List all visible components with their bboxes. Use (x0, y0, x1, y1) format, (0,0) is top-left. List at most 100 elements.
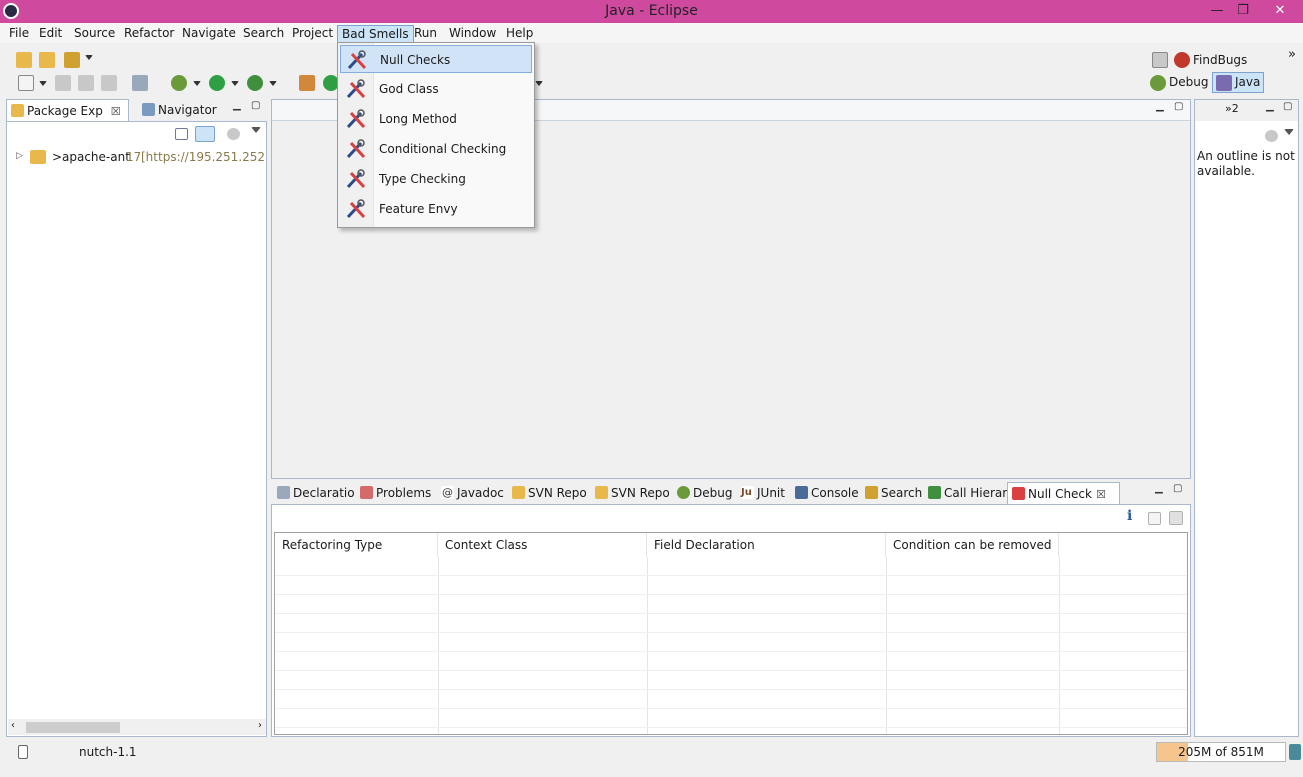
tab-svn-repo-1[interactable]: SVN Repo (508, 482, 588, 504)
menu-project[interactable]: Project (288, 25, 337, 43)
minimize-view-icon[interactable]: ▁ (233, 100, 241, 111)
null-check-table[interactable]: Refactoring Type Context Class Field Dec… (274, 532, 1188, 735)
tab-declaration[interactable]: Declaratio (273, 482, 355, 504)
outline-tab-overflow[interactable]: »2 (1225, 102, 1239, 115)
new-dropdown-icon[interactable] (39, 81, 47, 89)
horizontal-scrollbar[interactable]: ‹ › (8, 719, 266, 735)
tab-navigator[interactable]: Navigator (138, 99, 218, 121)
garbage-collect-icon[interactable] (1289, 744, 1301, 760)
menu-navigate[interactable]: Navigate (178, 25, 240, 43)
toolbar-dropdown-icon[interactable] (535, 81, 543, 89)
bottom-minimize-icon[interactable]: ▁ (1155, 483, 1163, 494)
menu-item-long-method[interactable]: Long Method (340, 105, 532, 133)
table-row (275, 633, 1187, 652)
close-null-check-icon[interactable]: ☒ (1096, 488, 1106, 501)
restore-button[interactable]: ❐ (1230, 1, 1256, 21)
fast-view-icon[interactable] (18, 745, 28, 759)
menu-edit[interactable]: Edit (35, 25, 66, 43)
console-icon (795, 486, 808, 499)
perspective-findbugs[interactable]: FindBugs (1193, 53, 1247, 67)
table-row (275, 614, 1187, 633)
tab-null-check[interactable]: Null Check ☒ (1007, 482, 1120, 504)
open-type-icon[interactable] (16, 52, 32, 68)
menu-file[interactable]: File (5, 25, 33, 43)
tab-javadoc[interactable]: @ Javadoc (437, 482, 507, 504)
run-dropdown-icon[interactable] (231, 81, 239, 89)
save-icon[interactable] (55, 75, 71, 91)
column-context-class[interactable]: Context Class (438, 533, 647, 557)
menu-search[interactable]: Search (239, 25, 288, 43)
perspective-debug[interactable]: Debug (1169, 75, 1208, 89)
tree-prefix: > (52, 150, 63, 164)
close-tab-icon[interactable]: ☒ (111, 105, 121, 118)
more-perspectives-icon[interactable]: » (1288, 47, 1296, 62)
bottom-maximize-icon[interactable]: ▢ (1173, 483, 1182, 494)
task-icon[interactable] (64, 52, 80, 68)
filter-icon[interactable] (227, 128, 240, 140)
menu-help[interactable]: Help (502, 25, 537, 43)
tab-problems[interactable]: Problems (356, 482, 434, 504)
outline-maximize-icon[interactable]: ▢ (1283, 101, 1292, 112)
minimize-button[interactable]: — (1204, 1, 1230, 21)
problems-icon (360, 486, 373, 499)
main-toolbar: FindBugs » Debug Java (0, 43, 1303, 99)
save-results-icon[interactable] (1169, 511, 1183, 525)
debug-icon[interactable] (171, 75, 187, 91)
view-menu-icon[interactable] (251, 127, 261, 135)
external-tools-icon[interactable] (247, 75, 263, 91)
junit-icon: Ju (741, 486, 754, 499)
column-refactoring-type[interactable]: Refactoring Type (275, 533, 438, 557)
dropdown-arrow-icon[interactable] (85, 55, 93, 63)
open-folder-icon[interactable] (39, 52, 55, 68)
menu-item-god-class[interactable]: God Class (340, 75, 532, 103)
tree-project-name: apache-ant (62, 150, 130, 164)
tab-call-hierarchy[interactable]: Call Hierar (924, 482, 1007, 504)
scroll-right-icon[interactable]: › (258, 720, 262, 731)
scroll-left-icon[interactable]: ‹ (11, 720, 15, 731)
expand-arrow-icon[interactable]: ▷ (16, 151, 23, 161)
close-button[interactable]: ✕ (1257, 1, 1303, 21)
menu-item-feature-envy[interactable]: Feature Envy (340, 195, 532, 223)
print-icon[interactable] (101, 75, 117, 91)
editor-minimize-icon[interactable]: ▁ (1156, 101, 1164, 112)
view-option-icon[interactable] (1148, 512, 1161, 525)
tab-search[interactable]: Search (861, 482, 923, 504)
link-with-editor-icon[interactable] (195, 126, 215, 142)
new-file-icon[interactable] (18, 75, 34, 91)
external-dropdown-icon[interactable] (269, 81, 277, 89)
menu-run[interactable]: Run (410, 25, 441, 43)
heap-status[interactable]: 205M of 851M (1156, 742, 1286, 762)
column-condition-removed[interactable]: Condition can be removed (886, 533, 1059, 557)
outline-view-menu-icon[interactable] (1284, 129, 1294, 137)
tab-svn-repo-2[interactable]: SVN Repo (591, 482, 671, 504)
tab-junit[interactable]: Ju JUnit (737, 482, 791, 504)
menu-bad-smells[interactable]: Bad Smells (337, 25, 414, 43)
outline-minimize-icon[interactable]: ▁ (1266, 101, 1274, 112)
maximize-view-icon[interactable]: ▢ (251, 100, 260, 111)
run-icon[interactable] (209, 75, 225, 91)
debug-dropdown-icon[interactable] (193, 81, 201, 89)
perspective-java-selected[interactable]: Java (1212, 72, 1264, 93)
collapse-all-icon[interactable] (175, 128, 188, 140)
save-all-icon[interactable] (78, 75, 94, 91)
column-field-declaration[interactable]: Field Declaration (647, 533, 886, 557)
outline-view: »2 ▁ ▢ An outline is not available. (1194, 99, 1299, 737)
menu-window[interactable]: Window (445, 25, 500, 43)
menu-item-conditional-checking[interactable]: Conditional Checking (340, 135, 532, 163)
editor-maximize-icon[interactable]: ▢ (1174, 101, 1183, 112)
outline-filter-icon[interactable] (1265, 130, 1278, 142)
open-perspective-icon[interactable] (1152, 52, 1168, 68)
tab-debug[interactable]: Debug (673, 482, 736, 504)
binary-icon[interactable] (132, 75, 148, 91)
tab-console[interactable]: Console (791, 482, 859, 504)
tab-package-explorer[interactable]: Package Exp ☒ (6, 99, 129, 121)
scrollbar-thumb[interactable] (26, 722, 120, 733)
menu-item-type-checking[interactable]: Type Checking (340, 165, 532, 193)
menu-source[interactable]: Source (70, 25, 119, 43)
info-icon[interactable]: i (1127, 508, 1132, 524)
menu-item-null-checks[interactable]: Null Checks (340, 45, 532, 73)
table-row (275, 709, 1187, 728)
tree-row-apache-ant[interactable]: ▷ > apache-ant 17 [https://195.251.252.2… (7, 149, 266, 167)
new-java-project-icon[interactable] (299, 75, 315, 91)
menu-refactor[interactable]: Refactor (120, 25, 178, 43)
